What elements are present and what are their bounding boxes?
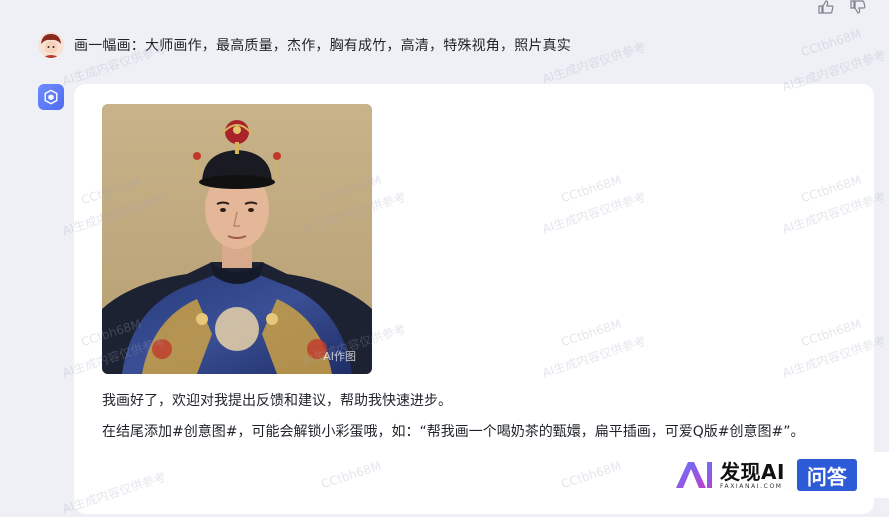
feedback-actions: [817, 0, 867, 14]
brand-name: 发现AI: [720, 459, 785, 484]
reply-text: 我画好了，欢迎对我提出反馈和建议，帮助我快速进步。: [102, 393, 452, 409]
user-prompt-text: 画一幅画：大师画作，最高质量，杰作，胸有成竹，高清，特殊视角，照片真实: [74, 38, 571, 54]
thumbs-up-icon[interactable]: [817, 0, 835, 14]
thumbs-down-icon[interactable]: [849, 0, 867, 14]
generated-image[interactable]: AI作图: [102, 104, 372, 374]
user-message: 画一幅画：大师画作，最高质量，杰作，胸有成竹，高清，特殊视角，照片真实: [38, 32, 571, 58]
bot-response-card: AI作图 我画好了，欢迎对我提出反馈和建议，帮助我快速进步。 在结尾添加#创意图…: [74, 84, 874, 514]
image-watermark: AI作图: [323, 350, 356, 363]
brand-logo[interactable]: 发现AI FAXIANAI.COM 问答: [666, 452, 889, 498]
brand-domain: FAXIANAI.COM: [720, 482, 783, 490]
user-avatar: [38, 32, 64, 58]
bot-cube-icon: [38, 84, 64, 110]
watermark-text: CCtbh68M: [799, 26, 863, 60]
brand-mark-icon: [676, 462, 712, 488]
reply-tip-text: 在结尾添加#创意图#，可能会解锁小彩蛋哦，如：“帮我画一个喝奶茶的甄嬛，扁平插画…: [102, 424, 805, 440]
qa-badge[interactable]: 问答: [796, 459, 857, 491]
